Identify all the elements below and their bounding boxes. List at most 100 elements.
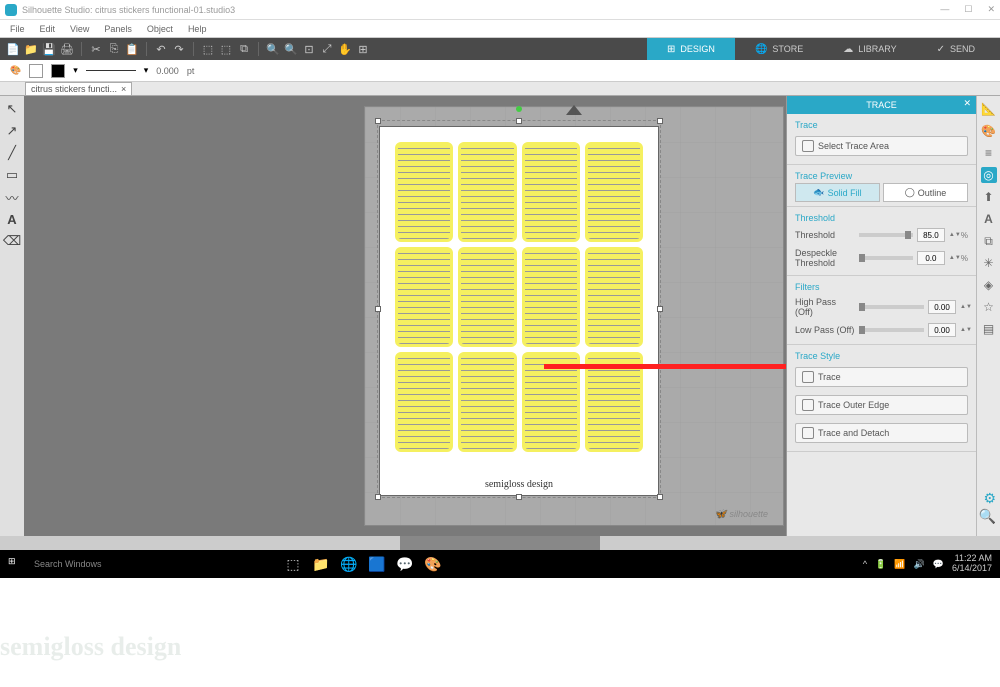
select-trace-area-button[interactable]: Select Trace Area <box>795 136 968 156</box>
transform-icon[interactable]: ⬆ <box>981 189 997 205</box>
threshold-stepper[interactable]: ▲▼ <box>949 232 957 238</box>
edit-points-tool-icon[interactable]: ↗ <box>4 123 20 139</box>
highpass-input[interactable]: 0.00 <box>928 300 956 314</box>
scrollbar-thumb[interactable] <box>400 536 600 550</box>
lowpass-slider[interactable] <box>859 328 924 332</box>
tray-network-icon[interactable]: 📶 <box>894 559 905 570</box>
modify-icon[interactable]: ✳ <box>981 255 997 271</box>
layers-icon[interactable]: ▤ <box>981 321 997 337</box>
design-page[interactable]: semigloss design <box>379 126 659 496</box>
pan-icon[interactable]: ✋ <box>337 41 353 57</box>
dropdown-icon[interactable]: ▾ <box>144 65 149 76</box>
highpass-stepper[interactable]: ▲▼ <box>960 304 968 310</box>
paste-icon[interactable]: 📋 <box>124 41 140 57</box>
select-tool-icon[interactable]: ↖ <box>4 101 20 117</box>
sticker[interactable] <box>395 247 453 347</box>
panel-close-icon[interactable]: ✕ <box>963 98 971 109</box>
threshold-input[interactable]: 85.0 <box>917 228 945 242</box>
cut-icon[interactable]: ✂ <box>88 41 104 57</box>
nav-design-tab[interactable]: ⊞DESIGN <box>647 38 735 60</box>
fill-color-swatch[interactable] <box>29 64 43 78</box>
line-style-sample[interactable] <box>86 70 136 71</box>
settings-gear-icon[interactable]: ⚙ <box>983 490 996 507</box>
menu-view[interactable]: View <box>70 24 89 34</box>
tab-close-icon[interactable]: × <box>121 84 126 94</box>
start-button-icon[interactable]: ⊞ <box>8 556 24 572</box>
eraser-tool-icon[interactable]: ⌫ <box>4 233 20 249</box>
system-clock[interactable]: 11:22 AM 6/14/2017 <box>952 554 992 574</box>
document-tab[interactable]: citrus stickers functi...× <box>25 82 132 95</box>
menu-edit[interactable]: Edit <box>40 24 56 34</box>
threshold-slider[interactable] <box>859 233 913 237</box>
zoom-fit-icon[interactable]: ⊡ <box>301 41 317 57</box>
dropdown-icon[interactable]: ▾ <box>73 65 78 76</box>
canvas[interactable]: 🦋 silhouette semigloss design <box>24 96 786 536</box>
highpass-slider[interactable] <box>859 305 924 309</box>
task-view-icon[interactable]: ⬚ <box>284 555 302 573</box>
app-icon[interactable]: 🟦 <box>368 555 386 573</box>
redo-icon[interactable]: ↷ <box>171 41 187 57</box>
nav-send-tab[interactable]: ✓SEND <box>917 38 995 60</box>
zoom-in-icon[interactable]: 🔍 <box>265 41 281 57</box>
trace-and-detach-button[interactable]: Trace and Detach <box>795 423 968 443</box>
sticker[interactable] <box>395 142 453 242</box>
rectangle-tool-icon[interactable]: ▭ <box>4 167 20 183</box>
new-file-icon[interactable]: 📄 <box>5 41 21 57</box>
app-icon[interactable]: 🎨 <box>424 555 442 573</box>
replicate-icon[interactable]: ⧉ <box>981 233 997 249</box>
open-file-icon[interactable]: 📁 <box>23 41 39 57</box>
offset-icon[interactable]: ◈ <box>981 277 997 293</box>
tray-battery-icon[interactable]: 🔋 <box>875 559 886 570</box>
zoom-out-icon[interactable]: 🔍 <box>283 41 299 57</box>
nav-store-tab[interactable]: 🌐STORE <box>735 38 823 60</box>
sticker[interactable] <box>585 142 643 242</box>
save-icon[interactable]: 💾 <box>41 41 57 57</box>
add-page-icon[interactable]: ⊞ <box>355 41 371 57</box>
maximize-button[interactable]: ☐ <box>964 4 972 15</box>
text-tool-icon[interactable]: A <box>4 211 20 227</box>
line-panel-icon[interactable]: ≡ <box>981 145 997 161</box>
outline-toggle[interactable]: ◯Outline <box>883 183 968 202</box>
horizontal-scrollbar[interactable] <box>0 536 1000 550</box>
sticker[interactable] <box>395 352 453 452</box>
nav-library-tab[interactable]: ☁LIBRARY <box>823 38 916 60</box>
star-icon[interactable]: ☆ <box>981 299 997 315</box>
tray-chevron-icon[interactable]: ^ <box>863 559 867 569</box>
despeckle-stepper[interactable]: ▲▼ <box>949 255 957 261</box>
sticker[interactable] <box>585 247 643 347</box>
text-style-icon[interactable]: A <box>981 211 997 227</box>
sticker[interactable] <box>522 247 580 347</box>
solid-fill-toggle[interactable]: 🐟Solid Fill <box>795 183 880 202</box>
zoom-control-icon[interactable]: 🔍 <box>979 508 996 525</box>
sticker[interactable] <box>458 247 516 347</box>
chrome-icon[interactable]: 🌐 <box>340 555 358 573</box>
trace-button[interactable]: Trace <box>795 367 968 387</box>
menu-panels[interactable]: Panels <box>104 24 132 34</box>
print-icon[interactable]: 🖨 <box>59 41 75 57</box>
skype-icon[interactable]: 💬 <box>396 555 414 573</box>
minimize-button[interactable]: — <box>940 4 949 15</box>
despeckle-input[interactable]: 0.0 <box>917 251 945 265</box>
freehand-tool-icon[interactable]: 〰 <box>4 189 20 205</box>
lowpass-stepper[interactable]: ▲▼ <box>960 327 968 333</box>
menu-help[interactable]: Help <box>188 24 207 34</box>
file-explorer-icon[interactable]: 📁 <box>312 555 330 573</box>
duplicate-icon[interactable]: ⧉ <box>236 41 252 57</box>
sticker[interactable] <box>458 142 516 242</box>
lowpass-input[interactable]: 0.00 <box>928 323 956 337</box>
fill-panel-icon[interactable]: 🎨 <box>981 123 997 139</box>
despeckle-slider[interactable] <box>859 256 913 260</box>
undo-icon[interactable]: ↶ <box>153 41 169 57</box>
zoom-select-icon[interactable]: ⤢ <box>319 41 335 57</box>
close-button[interactable]: ✕ <box>987 4 995 15</box>
stroke-color-swatch[interactable] <box>51 64 65 78</box>
stroke-width-value[interactable]: 0.000 <box>156 66 179 76</box>
trace-panel-icon[interactable]: ◎ <box>981 167 997 183</box>
menu-object[interactable]: Object <box>147 24 173 34</box>
copy-icon[interactable]: ⎘ <box>106 41 122 57</box>
menu-file[interactable]: File <box>10 24 25 34</box>
trace-outer-edge-button[interactable]: Trace Outer Edge <box>795 395 968 415</box>
sticker[interactable] <box>458 352 516 452</box>
palette-icon[interactable]: 🎨 <box>10 65 21 76</box>
search-input[interactable]: Search Windows <box>34 559 254 569</box>
